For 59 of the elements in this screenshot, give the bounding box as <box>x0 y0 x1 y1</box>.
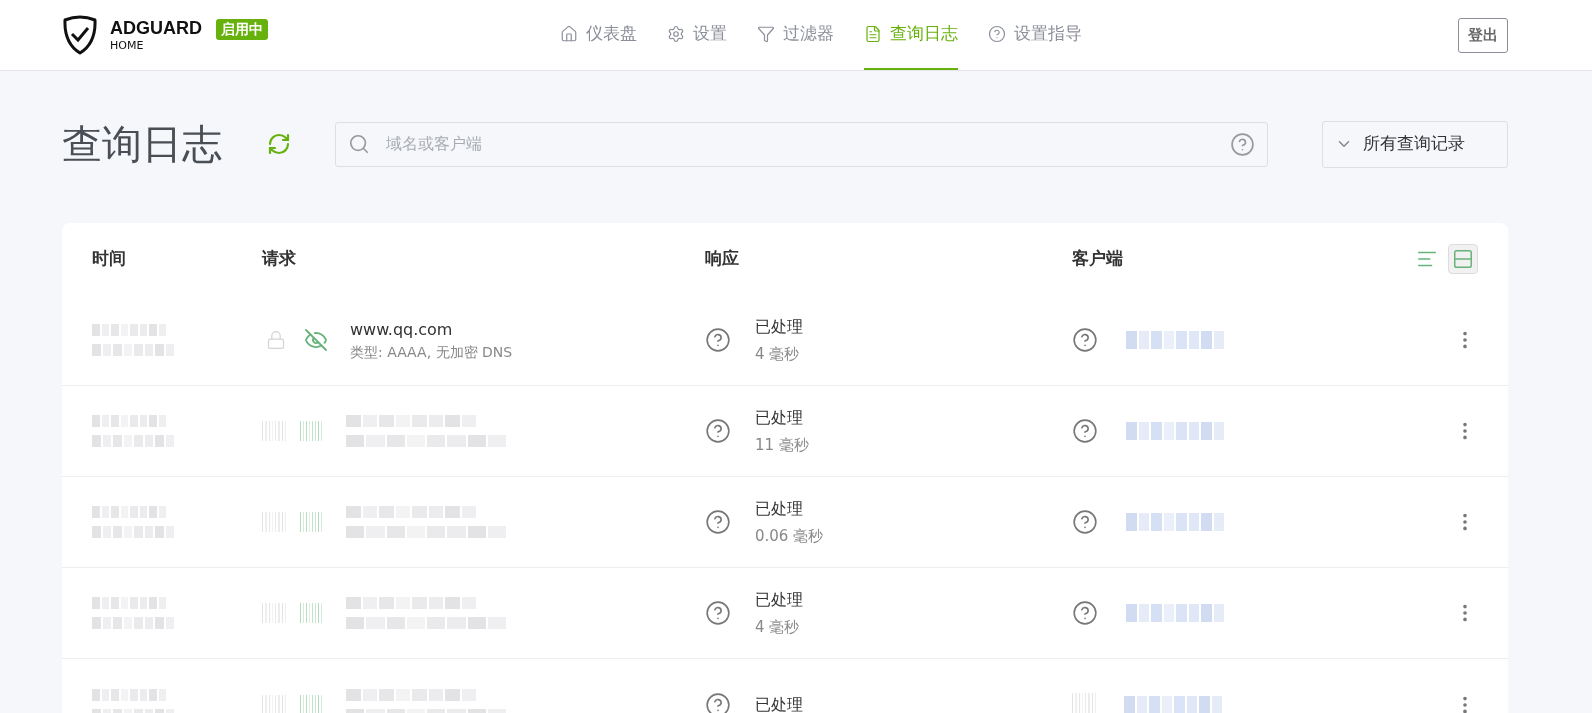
response-time: 11 毫秒 <box>755 434 809 456</box>
lock-icon <box>266 330 286 350</box>
response-status: 已处理 <box>755 406 804 429</box>
brand-subtitle: HOME <box>110 40 145 51</box>
help-icon[interactable] <box>1072 600 1098 626</box>
response-status: 已处理 <box>755 588 803 611</box>
blurred-icon <box>300 421 322 441</box>
rows-icon <box>1452 248 1474 270</box>
response-time: 4 毫秒 <box>755 616 801 638</box>
document-icon <box>864 25 882 43</box>
help-icon[interactable] <box>1072 327 1098 353</box>
help-icon[interactable] <box>1072 509 1098 535</box>
help-icon[interactable] <box>1230 131 1255 157</box>
filter-dropdown[interactable]: 所有查询记录 <box>1322 120 1508 168</box>
response-status: 已处理 <box>755 497 804 520</box>
status-badge: 启用中 <box>216 18 268 40</box>
response-status: 已处理 <box>755 315 803 338</box>
column-header: 请求 <box>262 247 297 271</box>
blurred-icon <box>300 694 322 713</box>
eye-off-icon <box>304 328 328 352</box>
nav-tab[interactable]: 仪表盘 <box>560 0 637 70</box>
blurred-icon <box>262 694 286 713</box>
shield-check-icon <box>62 15 98 55</box>
blurred-icon <box>262 512 286 532</box>
help-icon[interactable] <box>705 600 731 626</box>
response-time: 0.06 毫秒 <box>755 525 824 547</box>
column-header: 客户端 <box>1072 247 1124 271</box>
page-title: 查询日志 <box>62 120 223 169</box>
blurred-icon <box>262 603 286 623</box>
column-header: 响应 <box>705 247 740 271</box>
response-status: 已处理 <box>755 693 803 713</box>
nav-tab[interactable]: 过滤器 <box>757 0 834 70</box>
blurred-icon <box>262 421 286 441</box>
help-icon[interactable] <box>1072 418 1098 444</box>
nav-tab[interactable]: 查询日志 <box>864 0 958 70</box>
help-icon[interactable] <box>705 327 731 353</box>
nav-tab[interactable]: 设置指导 <box>988 0 1082 70</box>
search-field[interactable]: 域名或客户端 <box>386 132 1230 156</box>
settings-icon <box>667 25 685 43</box>
help-icon[interactable] <box>705 509 731 535</box>
home-icon <box>560 25 578 43</box>
request-domain: www.qq.com <box>350 318 454 341</box>
blurred-icon <box>300 512 322 532</box>
response-time: 4 毫秒 <box>755 343 801 365</box>
nav-tab[interactable]: 设置 <box>667 0 727 70</box>
help-icon[interactable] <box>705 418 731 444</box>
help-icon[interactable] <box>705 691 731 713</box>
logout-button[interactable]: 登出 <box>1458 17 1508 53</box>
request-detail: 类型: AAAA, 无加密 DNS <box>350 342 513 362</box>
search-icon <box>348 133 370 155</box>
help-icon <box>988 25 1006 43</box>
search-bar[interactable]: 域名或客户端 <box>335 121 1268 167</box>
blurred-icon <box>300 603 322 623</box>
filter-icon <box>757 25 775 43</box>
default-view-toggle[interactable] <box>1448 244 1478 274</box>
refresh-icon[interactable] <box>267 132 291 156</box>
column-header: 时间 <box>92 247 127 271</box>
brand-name: ADGUARD <box>110 19 202 37</box>
blurred-icon <box>1072 692 1096 713</box>
